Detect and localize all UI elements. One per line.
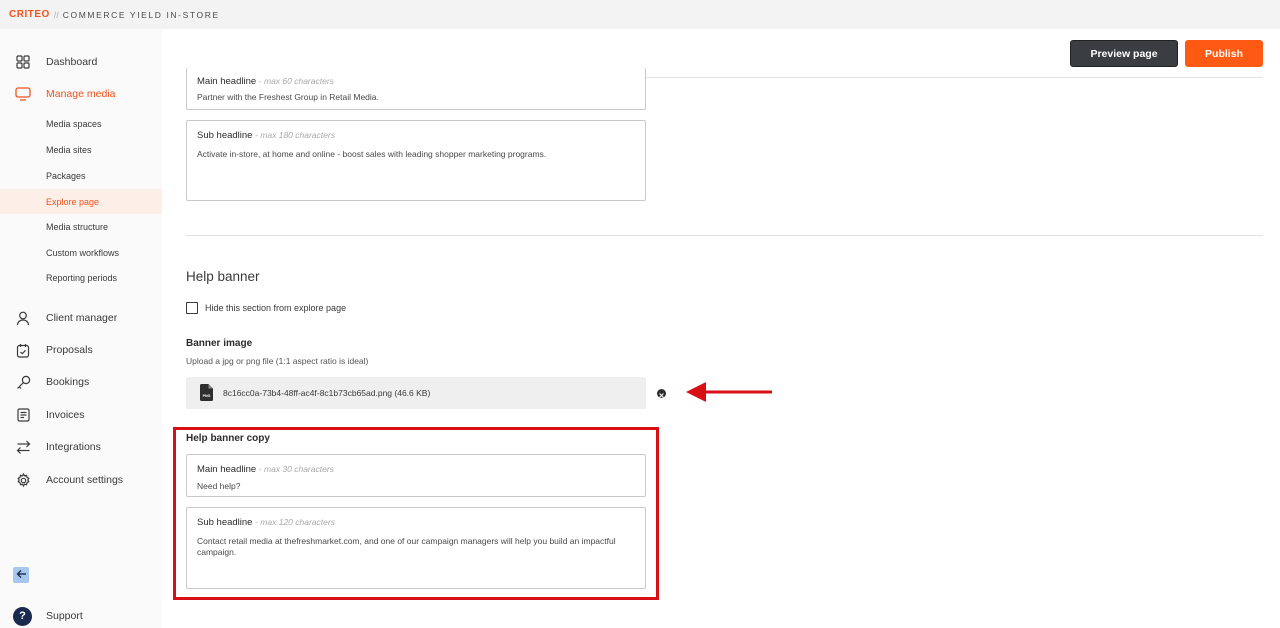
close-icon: [659, 385, 664, 403]
brand-logo[interactable]: CRITEO: [9, 9, 50, 20]
sidebar-subitem-media-spaces[interactable]: Media spaces: [0, 111, 162, 136]
field-value: Partner with the Freshest Group in Retai…: [197, 92, 379, 102]
hide-section-checkbox[interactable]: [186, 302, 198, 314]
sidebar-item-label: Proposals: [46, 344, 93, 356]
field-label: Main headline - max 60 characters: [197, 76, 334, 87]
sidebar-item-label: Integrations: [46, 441, 101, 453]
arrow-left-icon: [16, 566, 27, 584]
sidebar-item-manage-media[interactable]: Manage media: [0, 81, 162, 107]
sidebar: Dashboard Manage media Media spaces Medi…: [0, 29, 162, 628]
sidebar-subitem-media-structure[interactable]: Media structure: [0, 214, 162, 239]
sidebar-item-proposals[interactable]: Proposals: [0, 337, 162, 363]
top-bar: CRITEO // COMMERCE YIELD IN-STORE: [0, 0, 1280, 29]
brand-separator: //: [53, 9, 59, 20]
field-value: Activate in-store, at home and online - …: [197, 149, 547, 159]
support-link[interactable]: ? Support: [0, 604, 162, 628]
sidebar-item-integrations[interactable]: Integrations: [0, 434, 162, 460]
field-hint: - max 180 characters: [255, 130, 335, 140]
highlight-box: [173, 427, 659, 600]
hide-section-label[interactable]: Hide this section from explore page: [205, 303, 346, 313]
user-icon: [15, 310, 31, 326]
field-label: Sub headline - max 180 characters: [197, 130, 335, 141]
sidebar-item-label: Invoices: [46, 409, 85, 421]
product-name: COMMERCE YIELD IN-STORE: [62, 9, 220, 20]
key-icon: [15, 374, 31, 390]
support-label: Support: [46, 610, 83, 622]
gear-icon: [15, 472, 31, 488]
sidebar-item-dashboard[interactable]: Dashboard: [0, 49, 162, 75]
sidebar-item-invoices[interactable]: Invoices: [0, 402, 162, 428]
collapse-sidebar-button[interactable]: [13, 567, 29, 583]
swap-arrows-icon: [15, 439, 31, 455]
clipboard-icon: [15, 342, 31, 358]
section-divider: [186, 235, 1263, 236]
sidebar-item-label: Bookings: [46, 376, 90, 388]
publish-button[interactable]: Publish: [1185, 40, 1263, 67]
sidebar-subitem-custom-workflows[interactable]: Custom workflows: [0, 240, 162, 265]
remove-file-button[interactable]: [657, 389, 666, 398]
sidebar-item-bookings[interactable]: Bookings: [0, 369, 162, 395]
sidebar-item-label: Dashboard: [46, 56, 98, 68]
sidebar-item-client-manager[interactable]: Client manager: [0, 305, 162, 331]
sidebar-subitem-reporting-periods[interactable]: Reporting periods: [0, 265, 162, 290]
png-file-icon: PNG: [200, 384, 213, 401]
banner-image-title: Banner image: [186, 338, 253, 349]
sub-headline-field[interactable]: Sub headline - max 180 characters Activa…: [186, 120, 646, 201]
file-name: 8c16cc0a-73b4-48ff-ac4f-8c1b73cb65ad.png…: [223, 388, 431, 398]
banner-image-helper: Upload a jpg or png file (1:1 aspect rat…: [186, 356, 369, 366]
grid-icon: [15, 54, 31, 70]
sidebar-item-account-settings[interactable]: Account settings: [0, 467, 162, 493]
field-label-text: Main headline: [197, 76, 257, 87]
sidebar-item-label: Client manager: [46, 312, 118, 324]
field-label-text: Sub headline: [197, 130, 253, 141]
file-badge: PNG: [203, 394, 211, 398]
annotation-arrow: [686, 382, 772, 402]
invoice-icon: [15, 407, 31, 423]
uploaded-file: PNG 8c16cc0a-73b4-48ff-ac4f-8c1b73cb65ad…: [186, 377, 646, 409]
sidebar-item-label: Manage media: [46, 88, 116, 100]
field-hint: - max 60 characters: [258, 76, 334, 86]
sidebar-subitem-media-sites[interactable]: Media sites: [0, 137, 162, 162]
sidebar-subitem-explore-page[interactable]: Explore page: [0, 189, 162, 214]
help-banner-title: Help banner: [186, 269, 260, 284]
header-divider: [646, 77, 1263, 78]
sidebar-subitem-packages[interactable]: Packages: [0, 163, 162, 188]
preview-page-button[interactable]: Preview page: [1070, 40, 1178, 67]
monitor-icon: [15, 86, 31, 102]
main-headline-field[interactable]: Main headline - max 60 characters Partne…: [186, 68, 646, 110]
question-icon: ?: [13, 606, 32, 626]
sidebar-item-label: Account settings: [46, 474, 124, 486]
